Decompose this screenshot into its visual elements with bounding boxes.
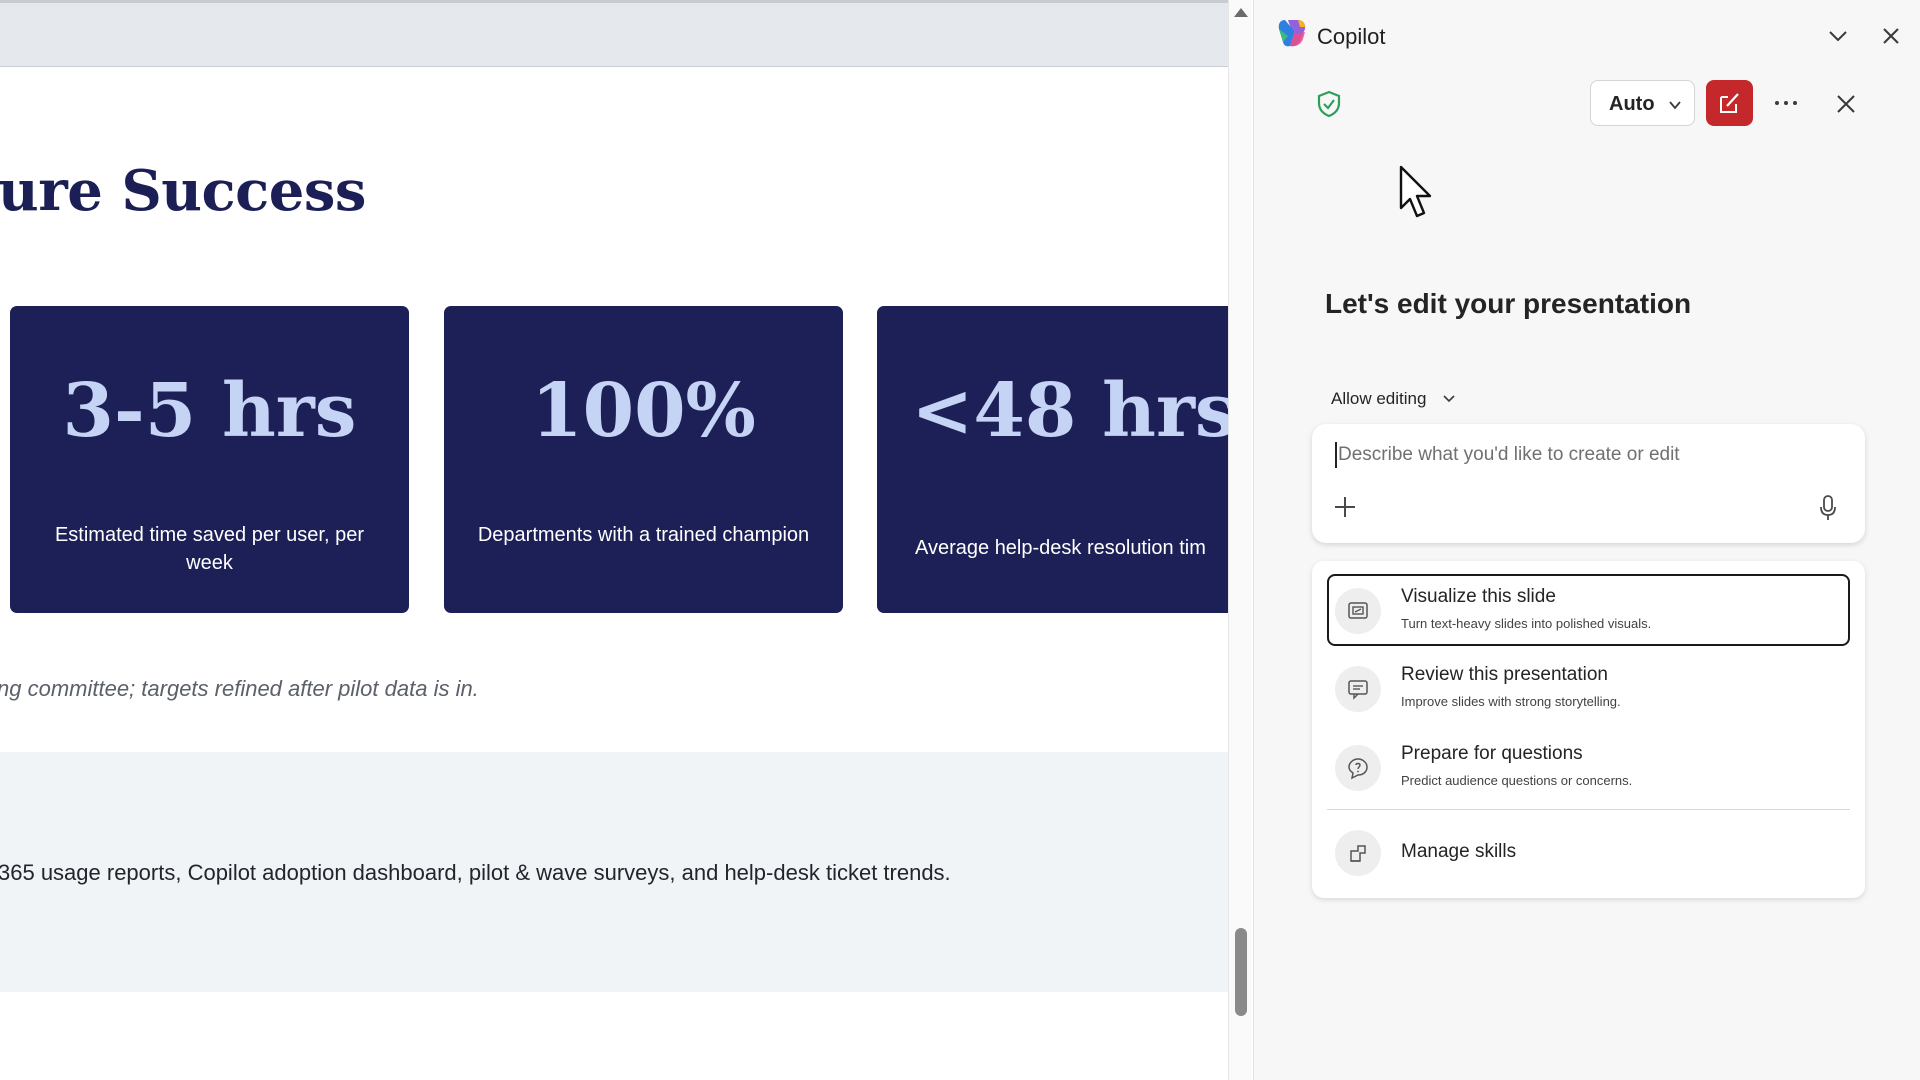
chevron-down-icon[interactable] — [1442, 393, 1456, 405]
divider — [1327, 809, 1850, 810]
scroll-thumb[interactable] — [1235, 928, 1247, 1016]
skill-description: Predict audience questions or concerns. — [1401, 773, 1633, 788]
chevron-down-icon[interactable] — [1825, 24, 1851, 48]
prompt-input[interactable] — [1338, 440, 1818, 470]
pane-header: Copilot — [1254, 0, 1920, 72]
skills-card: Visualize this slide Turn text-heavy sli… — [1312, 561, 1865, 898]
vertical-scrollbar[interactable] — [1228, 0, 1252, 1080]
stat-card-time-saved[interactable]: 3-5 hrs Estimated time saved per user, p… — [10, 306, 409, 613]
stat-card-resolution-time[interactable]: <48 hrs Average help-desk resolution tim — [877, 306, 1228, 613]
stat-value: 100% — [531, 368, 756, 454]
skill-title: Manage skills — [1401, 841, 1517, 862]
close-icon[interactable] — [1834, 92, 1858, 116]
visualize-icon — [1335, 588, 1381, 634]
stat-value: <48 hrs — [911, 368, 1228, 454]
manage-skills-icon — [1335, 830, 1381, 876]
greeting-heading: Let's edit your presentation — [1325, 288, 1692, 319]
prompt-box[interactable] — [1312, 424, 1865, 543]
manage-skills-button[interactable]: Manage skills — [1327, 815, 1850, 891]
scroll-up-arrow-icon[interactable] — [1234, 8, 1248, 17]
stat-label: Departments with a trained champion — [477, 524, 810, 546]
skill-description: Turn text-heavy slides into polished vis… — [1401, 616, 1652, 631]
mouse-cursor-icon — [1399, 165, 1432, 218]
skill-visualize-slide[interactable]: Visualize this slide Turn text-heavy sli… — [1327, 574, 1850, 646]
sources-text[interactable]: 365 usage reports, Copilot adoption dash… — [0, 860, 951, 886]
skill-review-presentation[interactable]: Review this presentation Improve slides … — [1327, 652, 1850, 724]
chevron-down-icon — [1669, 101, 1681, 110]
skill-title: Prepare for questions — [1401, 743, 1583, 764]
add-attachment-icon[interactable] — [1332, 494, 1358, 520]
shield-check-icon[interactable] — [1316, 90, 1342, 118]
more-options-icon[interactable] — [1771, 90, 1801, 116]
stat-label: Estimated time saved per user, per week — [54, 524, 365, 574]
skill-title: Visualize this slide — [1401, 586, 1556, 607]
close-pane-icon[interactable] — [1879, 24, 1903, 48]
slide-header-band — [0, 3, 1228, 67]
questions-icon — [1335, 745, 1381, 791]
allow-editing-dropdown[interactable]: Allow editing — [1331, 389, 1426, 409]
text-caret — [1335, 442, 1337, 468]
slide-footnote[interactable]: ng committee; targets refined after pilo… — [0, 676, 479, 702]
review-icon — [1335, 666, 1381, 712]
skill-title: Review this presentation — [1401, 664, 1608, 685]
skill-description: Improve slides with strong storytelling. — [1401, 694, 1621, 709]
microphone-icon[interactable] — [1818, 494, 1838, 522]
compose-icon — [1720, 93, 1739, 113]
stat-label: Average help-desk resolution tim — [915, 537, 1206, 559]
copilot-pane: Copilot Auto Let's edit your presentatio… — [1253, 0, 1920, 1080]
skill-prepare-questions[interactable]: Prepare for questions Predict audience q… — [1327, 731, 1850, 803]
slide-canvas: ure Success 3-5 hrs Estimated time saved… — [0, 0, 1228, 1080]
stat-card-departments[interactable]: 100% Departments with a trained champion — [444, 306, 843, 613]
stat-value: 3-5 hrs — [62, 368, 357, 454]
mode-dropdown[interactable]: Auto — [1590, 80, 1695, 126]
slide-title[interactable]: ure Success — [0, 158, 366, 224]
new-chat-button[interactable] — [1706, 80, 1753, 126]
mode-label: Auto — [1609, 93, 1655, 115]
pane-title: Copilot — [1317, 24, 1386, 49]
copilot-logo-icon — [1278, 20, 1306, 47]
